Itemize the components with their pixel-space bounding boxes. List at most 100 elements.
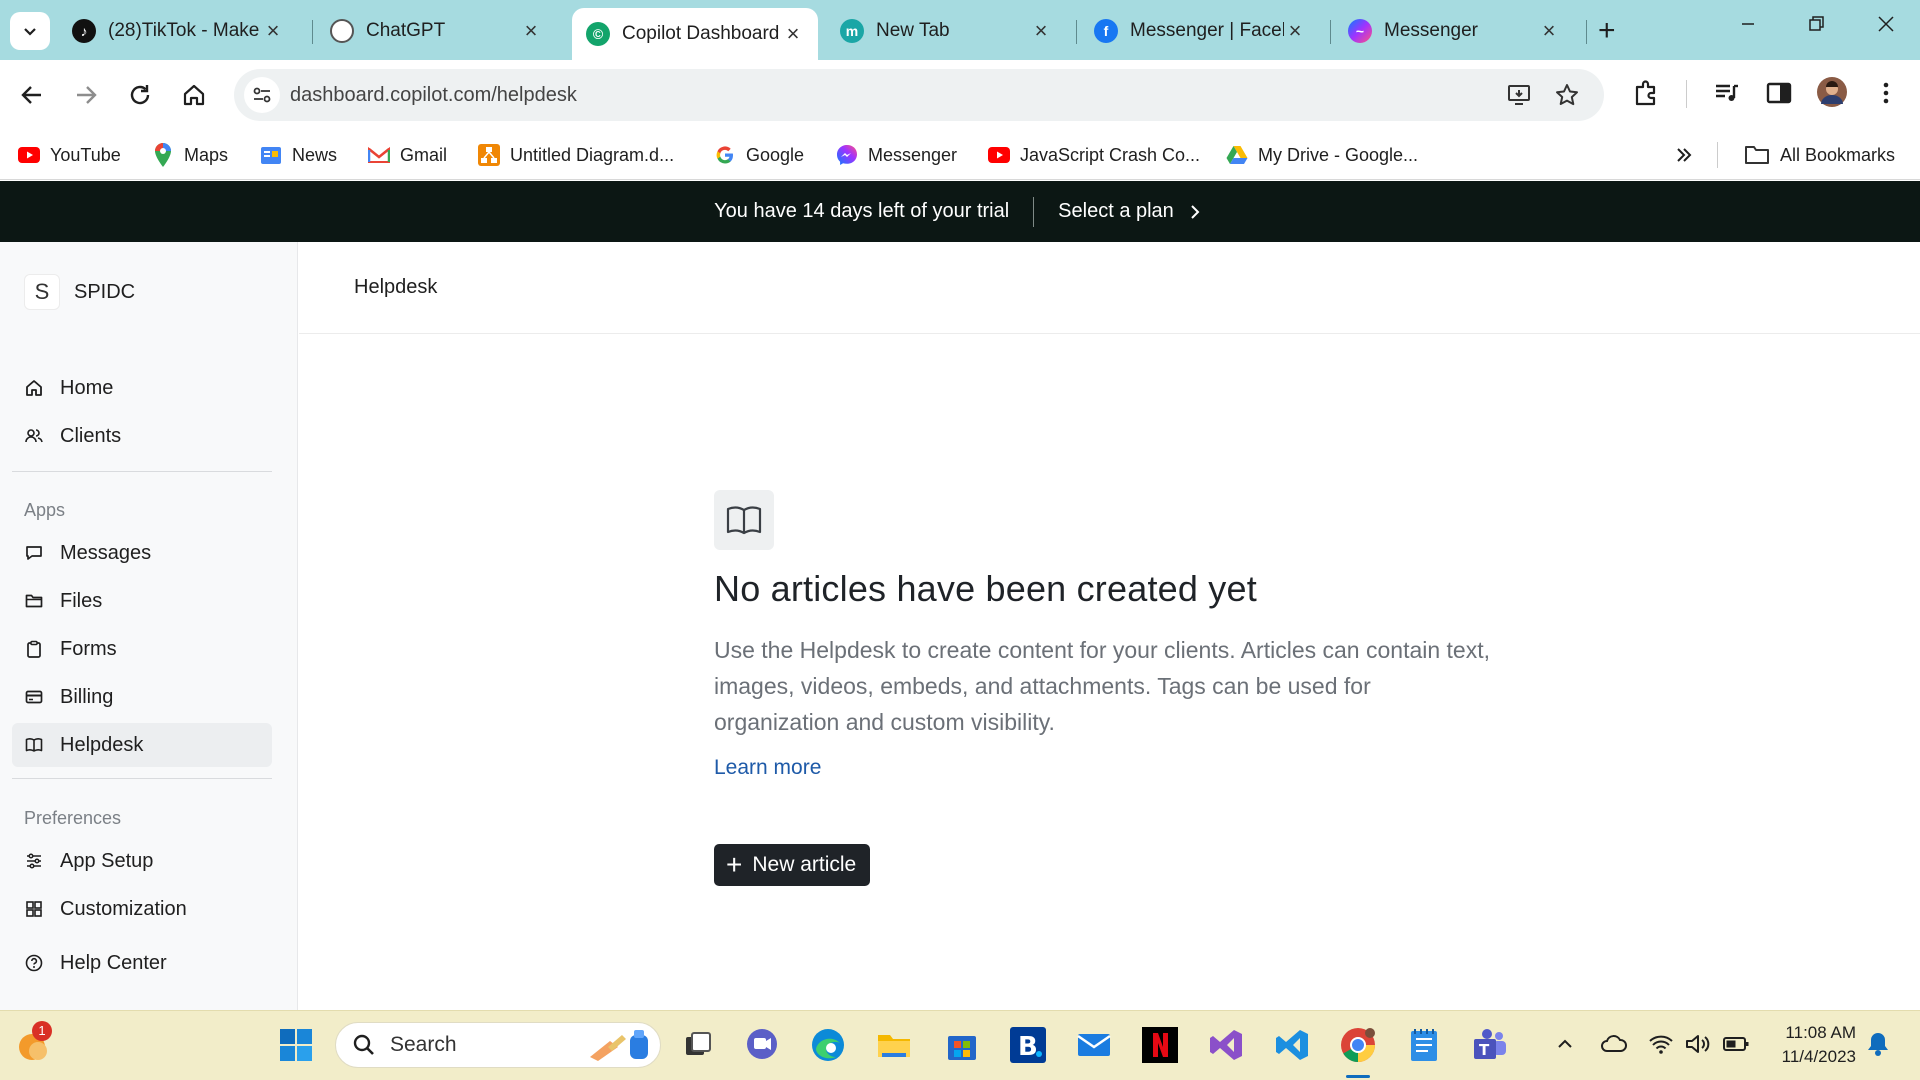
bookmark-untitled-diagram[interactable]: Untitled Diagram.d... bbox=[478, 140, 674, 170]
speaker-icon bbox=[1686, 1035, 1710, 1053]
new-tab-button[interactable]: + bbox=[1598, 14, 1616, 48]
sidebar-item-messages[interactable]: Messages bbox=[12, 531, 272, 575]
minimize-button[interactable] bbox=[1736, 12, 1760, 42]
select-plan-label: Select a plan bbox=[1058, 200, 1174, 222]
sidebar-item-home[interactable]: Home bbox=[12, 366, 272, 410]
sidebar-scrollbar[interactable] bbox=[286, 242, 296, 982]
org-switcher[interactable]: S SPIDC bbox=[24, 274, 135, 310]
site-info-button[interactable] bbox=[244, 77, 280, 113]
banner-divider bbox=[1033, 196, 1035, 227]
learn-more-link[interactable]: Learn more bbox=[714, 756, 821, 780]
search-highlight-icon bbox=[590, 1030, 648, 1061]
start-button[interactable] bbox=[276, 1025, 316, 1065]
select-plan-link[interactable]: Select a plan bbox=[1058, 200, 1206, 223]
install-icon bbox=[1508, 85, 1530, 105]
booking-app[interactable]: B bbox=[1008, 1025, 1048, 1065]
bookmark-star-button[interactable] bbox=[1554, 82, 1580, 113]
file-explorer-app[interactable] bbox=[874, 1025, 914, 1065]
home-button[interactable] bbox=[176, 77, 212, 113]
url-text: dashboard.copilot.com/helpdesk bbox=[290, 84, 577, 106]
address-bar[interactable]: dashboard.copilot.com/helpdesk bbox=[234, 69, 1604, 121]
tab-messenger-facebook[interactable]: f Messenger | Faceb × bbox=[1080, 8, 1320, 54]
teams-app[interactable]: T bbox=[1470, 1025, 1510, 1065]
show-hidden-icons-button[interactable] bbox=[1554, 1033, 1576, 1060]
sidebar-item-billing[interactable]: Billing bbox=[12, 675, 272, 719]
all-bookmarks-button[interactable]: All Bookmarks bbox=[1744, 140, 1895, 170]
microsoft-store-app[interactable] bbox=[942, 1025, 982, 1065]
sidebar-item-label: Home bbox=[60, 376, 114, 399]
media-control-button[interactable] bbox=[1712, 78, 1742, 113]
bookmark-maps[interactable]: Maps bbox=[152, 140, 228, 170]
grid-icon bbox=[24, 899, 44, 919]
back-button[interactable] bbox=[14, 77, 50, 113]
forward-button[interactable] bbox=[68, 77, 104, 113]
bookmark-gmail[interactable]: Gmail bbox=[368, 140, 447, 170]
netflix-app[interactable] bbox=[1140, 1025, 1180, 1065]
close-icon[interactable]: × bbox=[520, 18, 542, 44]
wifi-tray[interactable] bbox=[1648, 1033, 1674, 1060]
sidebar-item-helpdesk[interactable]: Helpdesk bbox=[12, 723, 272, 767]
edge-app[interactable] bbox=[808, 1025, 848, 1065]
close-icon[interactable]: × bbox=[782, 21, 804, 47]
bookmark-messenger[interactable]: Messenger bbox=[836, 140, 957, 170]
tab-messenger[interactable]: ~ Messenger × bbox=[1334, 8, 1574, 54]
close-icon bbox=[1878, 16, 1894, 32]
tab-title: Messenger bbox=[1384, 20, 1478, 41]
sidebar-item-clients[interactable]: Clients bbox=[12, 414, 272, 458]
taskbar-clock[interactable]: 11:08 AM 11/4/2023 bbox=[1770, 1021, 1856, 1069]
tab-new-tab[interactable]: m New Tab × bbox=[826, 8, 1066, 54]
clock-date: 11/4/2023 bbox=[1781, 1047, 1856, 1066]
close-icon[interactable]: × bbox=[1030, 18, 1052, 44]
close-icon[interactable]: × bbox=[262, 18, 284, 44]
close-icon[interactable]: × bbox=[1284, 18, 1306, 44]
sidebar-item-label: Customization bbox=[60, 897, 187, 920]
tab-title: Messenger | Faceb bbox=[1130, 20, 1284, 41]
bookmark-label: News bbox=[292, 144, 338, 165]
bookmark-news[interactable]: News bbox=[260, 140, 337, 170]
notepad-app[interactable] bbox=[1404, 1025, 1444, 1065]
notifications-button[interactable] bbox=[1866, 1031, 1890, 1062]
bookmark-my-drive[interactable]: My Drive - Google... bbox=[1226, 140, 1418, 170]
vscode-app[interactable] bbox=[1272, 1025, 1312, 1065]
taskbar-search[interactable]: Search bbox=[335, 1022, 661, 1068]
tab-copilot-dashboard[interactable]: © Copilot Dashboard × bbox=[572, 8, 818, 60]
bookmark-youtube[interactable]: YouTube bbox=[18, 140, 121, 170]
sidebar-item-label: Files bbox=[60, 589, 103, 612]
browser-menu-button[interactable] bbox=[1874, 78, 1898, 113]
side-panel-button[interactable] bbox=[1764, 78, 1794, 113]
sidebar-divider bbox=[12, 471, 272, 472]
bookmark-google[interactable]: Google bbox=[714, 140, 804, 170]
reload-icon bbox=[130, 85, 150, 105]
restore-button[interactable] bbox=[1804, 12, 1828, 42]
reload-button[interactable] bbox=[122, 77, 158, 113]
install-app-button[interactable] bbox=[1506, 82, 1532, 113]
tab-tiktok[interactable]: ♪ (28)TikTok - Make × bbox=[58, 8, 298, 54]
bookmark-javascript-crash-course[interactable]: JavaScript Crash Co... bbox=[988, 140, 1200, 170]
vscode-icon bbox=[1276, 1030, 1308, 1060]
chat-icon bbox=[747, 1029, 777, 1059]
sidebar-item-forms[interactable]: Forms bbox=[12, 627, 272, 671]
mail-app[interactable] bbox=[1074, 1025, 1114, 1065]
more-bookmarks-button[interactable] bbox=[1674, 140, 1694, 170]
close-window-button[interactable] bbox=[1874, 12, 1898, 42]
chrome-app[interactable] bbox=[1338, 1025, 1378, 1065]
task-view-button[interactable] bbox=[678, 1025, 718, 1065]
onedrive-tray[interactable] bbox=[1600, 1033, 1628, 1060]
tab-chatgpt[interactable]: ChatGPT × bbox=[316, 8, 556, 54]
profile-avatar[interactable] bbox=[1816, 76, 1848, 113]
visual-studio-app[interactable] bbox=[1206, 1025, 1246, 1065]
page-header: Helpdesk bbox=[299, 242, 1920, 334]
sidebar-item-help-center[interactable]: Help Center bbox=[12, 941, 272, 985]
weather-widget[interactable]: 1 bbox=[14, 1021, 54, 1065]
sidebar-item-files[interactable]: Files bbox=[12, 579, 272, 623]
sidebar-item-customization[interactable]: Customization bbox=[12, 887, 272, 931]
battery-tray[interactable] bbox=[1722, 1033, 1750, 1060]
close-icon[interactable]: × bbox=[1538, 18, 1560, 44]
volume-tray[interactable] bbox=[1684, 1033, 1712, 1060]
teams-chat-app[interactable] bbox=[742, 1025, 782, 1065]
bookmark-label: Maps bbox=[184, 144, 229, 165]
sidebar-item-app-setup[interactable]: App Setup bbox=[12, 839, 272, 883]
new-article-button[interactable]: + New article bbox=[714, 844, 871, 886]
extensions-button[interactable] bbox=[1632, 78, 1662, 113]
tab-search-button[interactable] bbox=[10, 12, 50, 50]
